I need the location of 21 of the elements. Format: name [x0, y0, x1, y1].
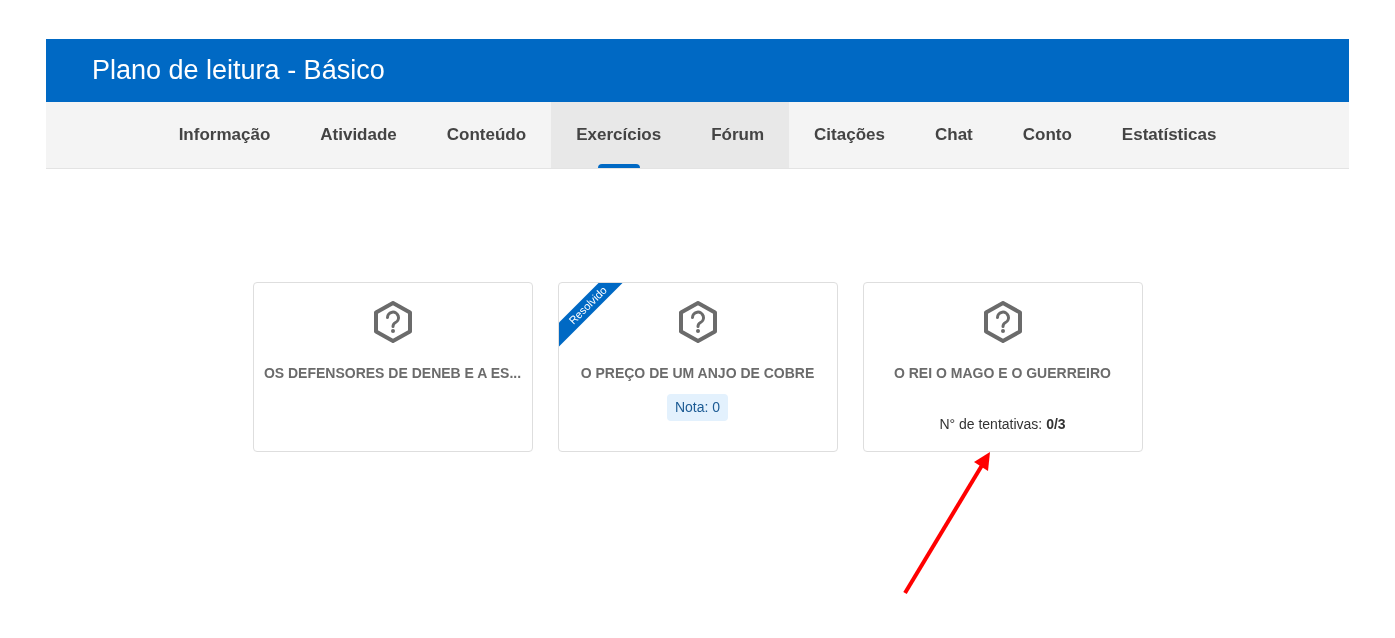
exercise-title: O PREÇO DE UM ANJO DE COBRE — [580, 364, 815, 383]
tab[interactable]: Conto — [997, 102, 1097, 168]
exercise-title: O REI O MAGO E O GUERREIRO — [894, 364, 1111, 383]
tab[interactable]: Citações — [789, 102, 910, 168]
tab[interactable]: Informação — [153, 102, 296, 168]
exercise-card[interactable]: OS DEFENSORES DE DENEB E A ES... — [252, 282, 533, 452]
question-icon — [982, 301, 1023, 343]
exercise-card[interactable]: O REI O MAGO E O GUERREIRO N° de tentativas: 0/3 — [862, 282, 1143, 452]
tab[interactable]: Estatísticas — [1096, 102, 1242, 168]
page-title: Plano de leitura - Básico — [92, 54, 385, 88]
tab[interactable]: Fórum — [686, 102, 790, 168]
tab[interactable]: Atividade — [295, 102, 422, 168]
exercise-title: OS DEFENSORES DE DENEB E A ES... — [263, 364, 522, 383]
tab[interactable]: Exercícios — [551, 102, 687, 168]
question-icon — [372, 301, 413, 343]
grade-label: Nota: 0 — [666, 394, 729, 421]
active-indicator — [597, 164, 640, 168]
attempts-text: N° de tentativas: 0/3 — [939, 415, 1066, 434]
tab[interactable]: Conteúdo — [421, 102, 552, 168]
question-icon — [677, 301, 718, 343]
tab[interactable]: Chat — [909, 102, 998, 168]
